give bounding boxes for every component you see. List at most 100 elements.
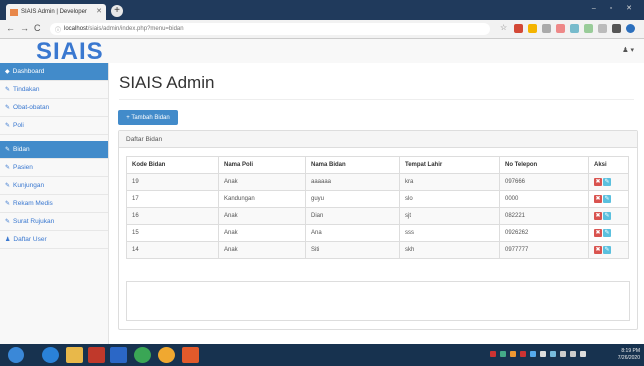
cell-telepon: 0977777	[499, 241, 589, 259]
edit-icon[interactable]: ✎	[603, 178, 611, 186]
sidebar-item-kunjungan[interactable]: ✎ Kunjungan	[0, 177, 108, 195]
sidebar-item-bidan[interactable]: ✎ Bidan	[0, 141, 108, 159]
browser-tab[interactable]: SIAIS Admin | Developer ✕	[6, 4, 106, 20]
sidebar-item-dashboard[interactable]: ◆ Dashboard	[0, 63, 108, 81]
new-tab-button[interactable]: +	[111, 5, 123, 17]
cell-tempat: skh	[399, 241, 500, 259]
sidebar-item-label: Bidan	[13, 146, 30, 153]
taskbar-clock[interactable]: 8:19 PM 7/26/2020	[618, 348, 640, 362]
tray-icon-3[interactable]	[510, 351, 516, 357]
tray-icon-1[interactable]	[490, 351, 496, 357]
dashboard-icon: ◆	[5, 69, 10, 75]
col-no-telepon[interactable]: No Telepon	[499, 156, 589, 174]
bidan-panel: Daftar Bidan Kode Bidan Nama Poli Nama B…	[118, 130, 638, 361]
edit-icon[interactable]: ✎	[603, 246, 611, 254]
app-icon-red[interactable]	[88, 347, 105, 363]
edit-icon[interactable]: ✎	[603, 229, 611, 237]
col-nama-bidan[interactable]: Nama Bidan	[305, 156, 400, 174]
sidebar-item-label: Kunjungan	[13, 182, 45, 189]
brand-logo[interactable]: SIAIS	[36, 38, 104, 66]
sidebar-item-label: Poli	[13, 122, 24, 129]
table-row: 15 Anak Ana sss 0926262 ✖ ✎	[126, 224, 629, 242]
profile-icon[interactable]	[626, 24, 635, 33]
cell-aksi: ✖ ✎	[588, 173, 629, 191]
edit-icon: ✎	[5, 201, 11, 207]
page-title: SIAIS Admin	[119, 73, 215, 92]
tray-icon-7[interactable]	[550, 351, 556, 357]
start-button-icon[interactable]	[8, 347, 24, 363]
delete-icon[interactable]: ✖	[594, 195, 602, 203]
edit-icon[interactable]: ✎	[603, 195, 611, 203]
cell-kode: 16	[126, 207, 219, 225]
vscode-icon[interactable]	[110, 347, 127, 363]
delete-icon[interactable]: ✖	[594, 246, 602, 254]
firefox-icon[interactable]	[158, 347, 175, 363]
extension-icon-4[interactable]	[556, 24, 565, 33]
edit-icon: ✎	[5, 147, 11, 153]
chrome-icon[interactable]	[134, 347, 151, 363]
tab-close-icon[interactable]: ✕	[96, 7, 102, 15]
table-row: 17 Kandungan guyu slo 0000 ✖ ✎	[126, 190, 629, 208]
delete-icon[interactable]: ✖	[594, 212, 602, 220]
site-info-icon[interactable]: ⓘ	[55, 25, 61, 34]
cell-nama: aaaaaa	[305, 173, 400, 191]
user-menu[interactable]: ♟ ▾	[622, 46, 634, 54]
window-controls[interactable]: – ▫ ✕	[592, 4, 638, 12]
col-tempat-lahir[interactable]: Tempat Lahir	[399, 156, 500, 174]
sidebar-item-obat-obatan[interactable]: ✎ Obat-obatan	[0, 99, 108, 117]
extension-icon-1[interactable]	[514, 24, 523, 33]
cell-aksi: ✖ ✎	[588, 190, 629, 208]
extension-icon-7[interactable]	[598, 24, 607, 33]
sidebar-item-pasien[interactable]: ✎ Pasien	[0, 159, 108, 177]
sidebar-item-label: Dashboard	[12, 68, 45, 75]
tray-icon-4[interactable]	[520, 351, 526, 357]
cell-aksi: ✖ ✎	[588, 207, 629, 225]
sidebar-item-rekam-medis[interactable]: ✎ Rekam Medis	[0, 195, 108, 213]
add-bidan-button[interactable]: + Tambah Bidan	[118, 110, 178, 125]
cell-kode: 17	[126, 190, 219, 208]
extension-icon-2[interactable]	[528, 24, 537, 33]
tray-icon-5[interactable]	[530, 351, 536, 357]
extension-icon-5[interactable]	[570, 24, 579, 33]
favicon-icon	[10, 8, 18, 16]
sidebar-item-poli[interactable]: ✎ Poli	[0, 117, 108, 135]
sidebar-item-tindakan[interactable]: ✎ Tindakan	[0, 81, 108, 99]
delete-icon[interactable]: ✖	[594, 178, 602, 186]
extension-icon-6[interactable]	[584, 24, 593, 33]
bookmark-star-icon[interactable]: ☆	[500, 23, 507, 32]
table-footer-area	[126, 281, 630, 321]
col-kode-bidan[interactable]: Kode Bidan	[126, 156, 219, 174]
edit-icon: ✎	[5, 219, 11, 225]
sidebar-item-surat-rujukan[interactable]: ✎ Surat Rujukan	[0, 213, 108, 231]
col-nama-poli[interactable]: Nama Poli	[218, 156, 306, 174]
edit-icon[interactable]: ✎	[603, 212, 611, 220]
extension-icon-8[interactable]	[612, 24, 621, 33]
tab-title: SIAIS Admin | Developer	[21, 9, 87, 15]
tray-icon-6[interactable]	[540, 351, 546, 357]
cell-poli: Anak	[218, 207, 306, 225]
table-row: 19 Anak aaaaaa kra 097666 ✖ ✎	[126, 173, 629, 191]
sidebar-item-label: Pasien	[13, 164, 33, 171]
url-input[interactable]: ⓘ localhost /siais/admin/index.php?menu=…	[50, 23, 490, 35]
folder-icon[interactable]	[66, 347, 83, 363]
network-icon[interactable]	[560, 351, 566, 357]
cell-telepon: 082221	[499, 207, 589, 225]
ie-icon[interactable]	[42, 347, 59, 363]
app-header: SIAIS ♟ ▾	[0, 38, 644, 66]
col-aksi: Aksi	[588, 156, 629, 174]
extension-icon-3[interactable]	[542, 24, 551, 33]
sidebar-item-label: Rekam Medis	[13, 200, 53, 207]
tray-icon-2[interactable]	[500, 351, 506, 357]
sidebar-item-daftar-user[interactable]: ♟ Daftar User	[0, 231, 108, 249]
volume-icon[interactable]	[570, 351, 576, 357]
sidebar-item-label: Obat-obatan	[13, 104, 50, 111]
reload-icon[interactable]: C	[34, 23, 41, 33]
cell-poli: Anak	[218, 224, 306, 242]
forward-icon[interactable]: →	[20, 23, 29, 33]
cell-kode: 15	[126, 224, 219, 242]
back-icon[interactable]: ←	[6, 23, 15, 33]
delete-icon[interactable]: ✖	[594, 229, 602, 237]
flag-icon[interactable]	[580, 351, 586, 357]
table-row: 14 Anak Siti skh 0977777 ✖ ✎	[126, 241, 629, 259]
xampp-icon[interactable]	[182, 347, 199, 363]
